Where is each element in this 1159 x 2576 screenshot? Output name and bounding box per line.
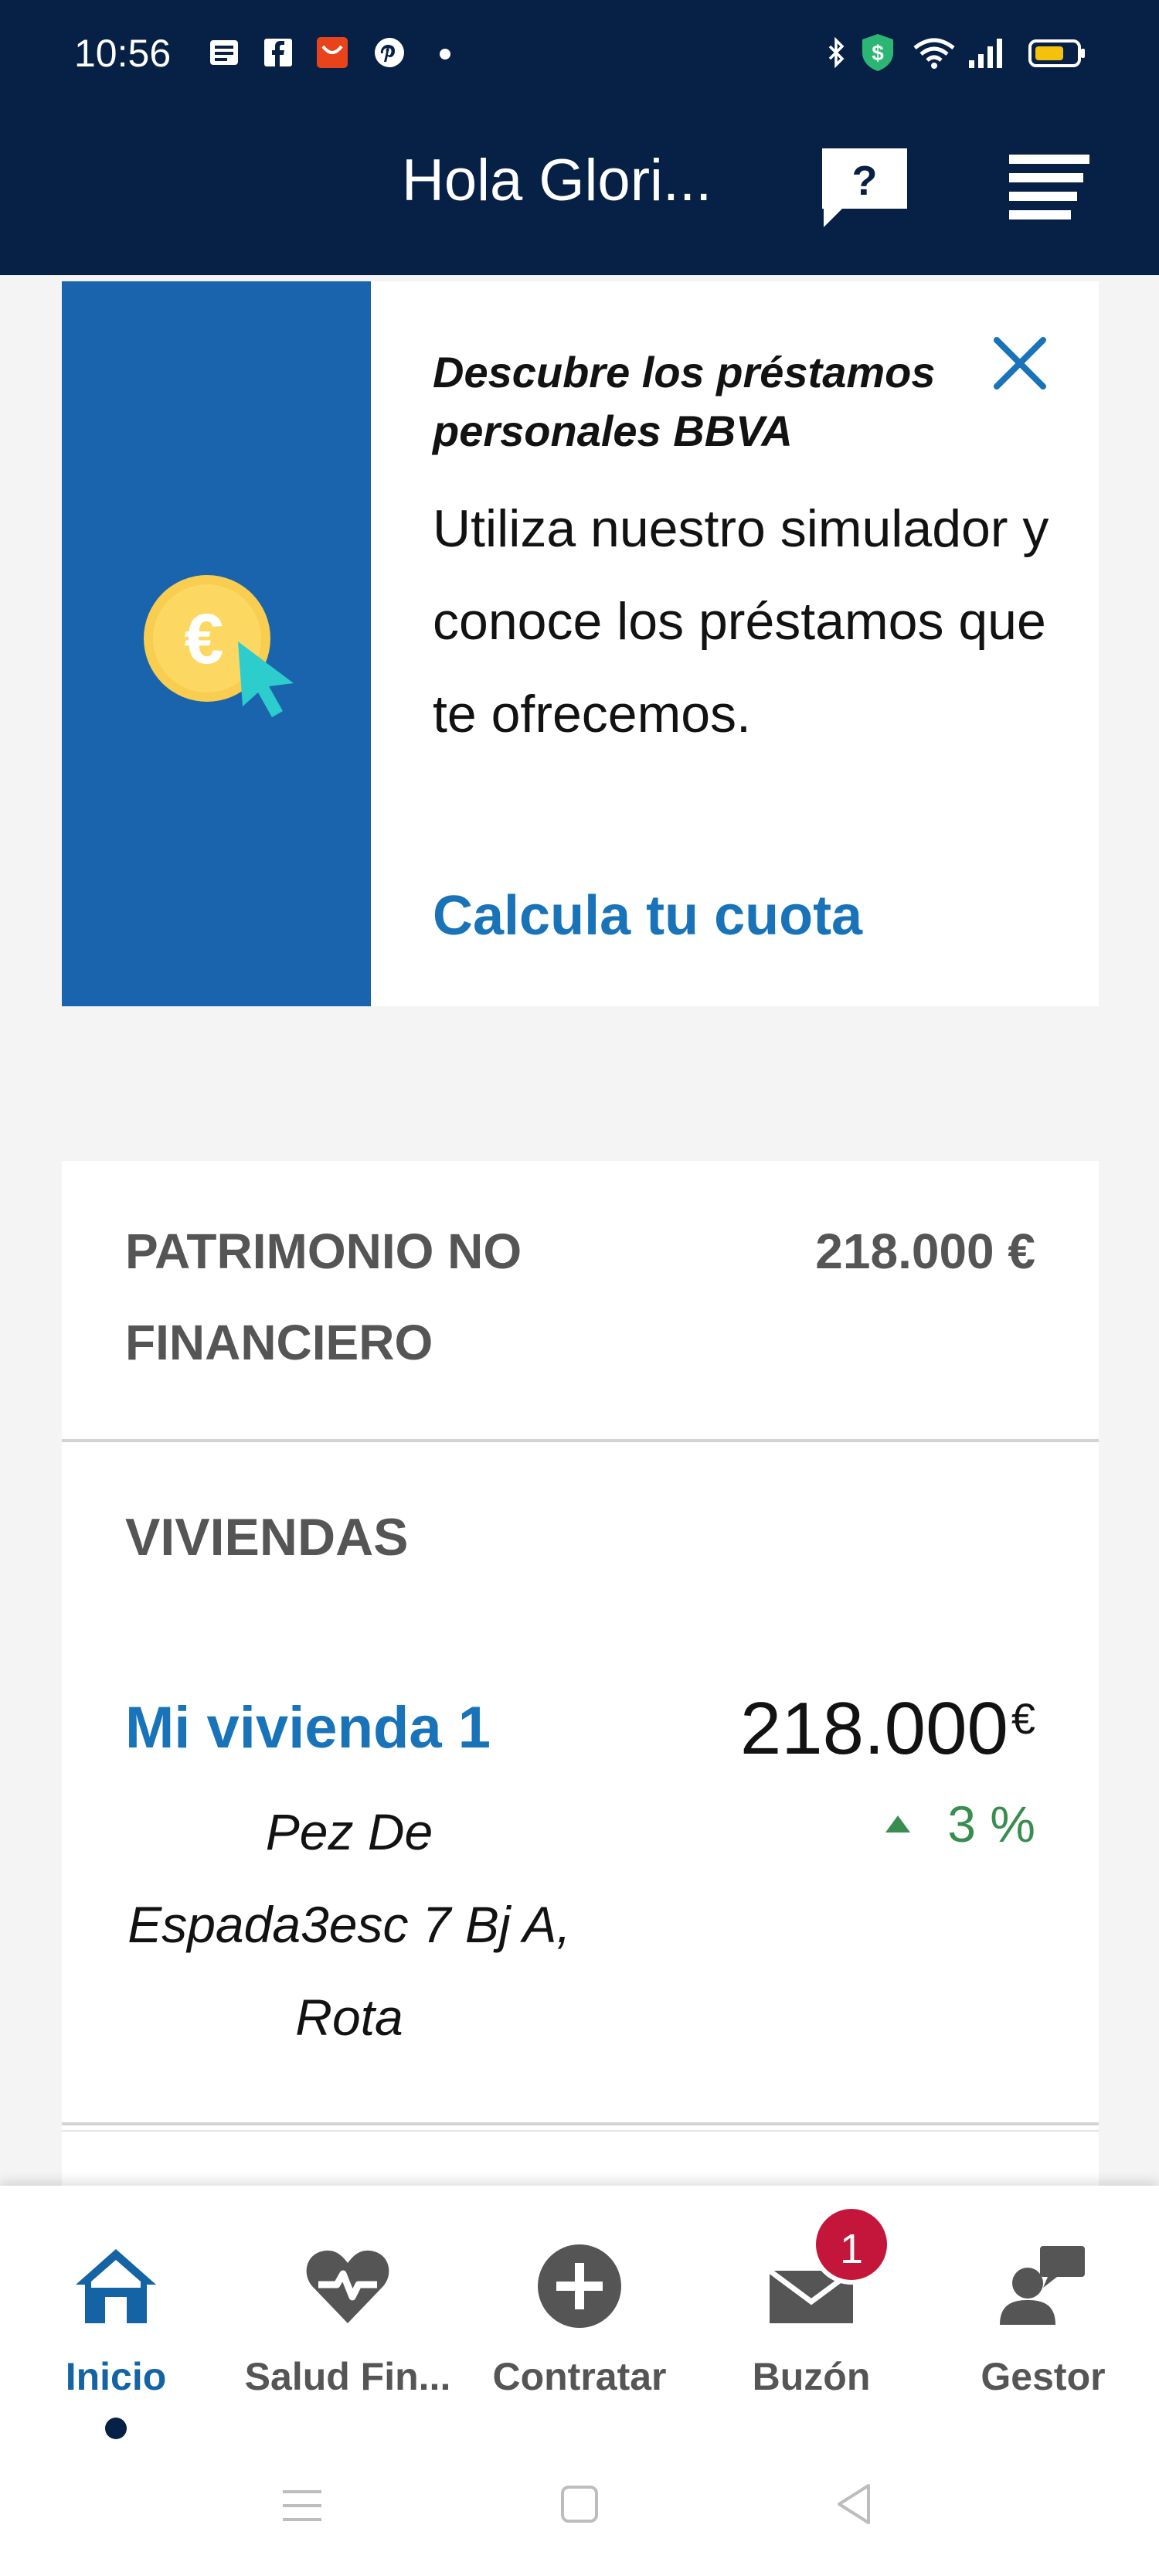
non-financial-wealth-card[interactable]: PATRIMONIO NO FINANCIERO 218.000 € VIVIE… [62,1161,1099,2212]
battery-icon [1028,39,1085,67]
property-address: Pez De Espada3esc 7 Bj A, Rota [127,1803,571,2046]
help-chat-icon[interactable]: ? [819,145,910,230]
pinterest-icon [375,38,404,67]
close-icon[interactable] [981,325,1059,402]
system-navigation-bar [0,2444,1159,2576]
divider [62,1439,1099,1442]
wealth-heading: PATRIMONIO NO FINANCIERO [125,1223,522,1370]
property-change: 3 % [885,1795,1035,1853]
nav-item-salud-financiera[interactable]: Salud Fin... [232,2186,464,2444]
plus-circle-icon [538,2244,621,2328]
active-indicator-dot [105,2418,127,2439]
divider [62,2130,1099,2132]
property-change-value: 3 % [947,1795,1035,1853]
back-triangle-icon[interactable] [831,2481,878,2527]
viviendas-heading: VIVIENDAS [125,1508,409,1567]
promo-title: Descubre los préstamos personales BBVA [433,348,936,455]
nav-label-inicio: Inicio [65,2355,167,2398]
euro-coin-cursor-icon: € [144,575,294,717]
home-square-icon[interactable] [558,2482,601,2526]
property-value-amount: 218.000 [739,1687,1008,1770]
bluetooth-icon [828,36,845,69]
greeting-text: Hola Glori... [402,148,712,213]
nav-label-contratar: Contratar [492,2355,667,2398]
dot-icon [440,49,450,60]
calcula-cuota-link[interactable]: Calcula tu cuota [433,884,862,948]
app-header: Hola Glori... ? [0,91,1159,275]
svg-text:?: ? [852,158,878,204]
heart-health-icon [306,2250,389,2323]
bottom-navigation: Inicio Salud Fin... Contratar 1 Buzón Ge… [0,2186,1159,2444]
facebook-icon [264,39,292,66]
home-icon [76,2249,156,2323]
nav-item-contratar[interactable]: Contratar [464,2186,695,2444]
property-value: 218.000€ [740,1686,1035,1771]
trend-up-icon [885,1815,911,1832]
status-bar: 10:56 $ [0,0,1159,91]
wealth-total: 218.000 € [815,1223,1035,1279]
notification-news-icon [210,40,238,65]
nav-label-salud: Salud Fin... [244,2355,451,2398]
nav-item-inicio[interactable]: Inicio [0,2186,232,2444]
status-time: 10:56 [74,32,172,75]
wifi-icon [913,38,955,69]
advisor-chat-icon [1000,2246,1085,2325]
nav-item-buzon[interactable]: 1 Buzón [695,2186,927,2444]
svg-text:€: € [184,600,223,679]
promo-illustration-panel: € [62,281,371,1006]
menu-lines-icon[interactable] [280,2486,325,2526]
hamburger-menu-icon[interactable] [1004,150,1091,224]
aliexpress-icon [317,37,348,68]
property-value-currency: € [1011,1694,1035,1743]
nav-item-gestor[interactable]: Gestor [927,2186,1159,2444]
shield-dollar-icon: $ [862,34,893,71]
signal-icon [969,39,1002,68]
divider [62,2122,1099,2125]
notification-badge: 1 [811,2204,892,2285]
promo-body: Utiliza nuestro simulador y conoce los p… [433,499,1049,744]
nav-label-gestor: Gestor [981,2355,1106,2398]
nav-label-buzon: Buzón [752,2355,871,2398]
promo-card[interactable]: € Descubre los préstamos personales BBVA… [62,281,1099,1006]
svg-text:$: $ [872,41,884,65]
property-name-link[interactable]: Mi vivienda 1 [125,1694,491,1761]
